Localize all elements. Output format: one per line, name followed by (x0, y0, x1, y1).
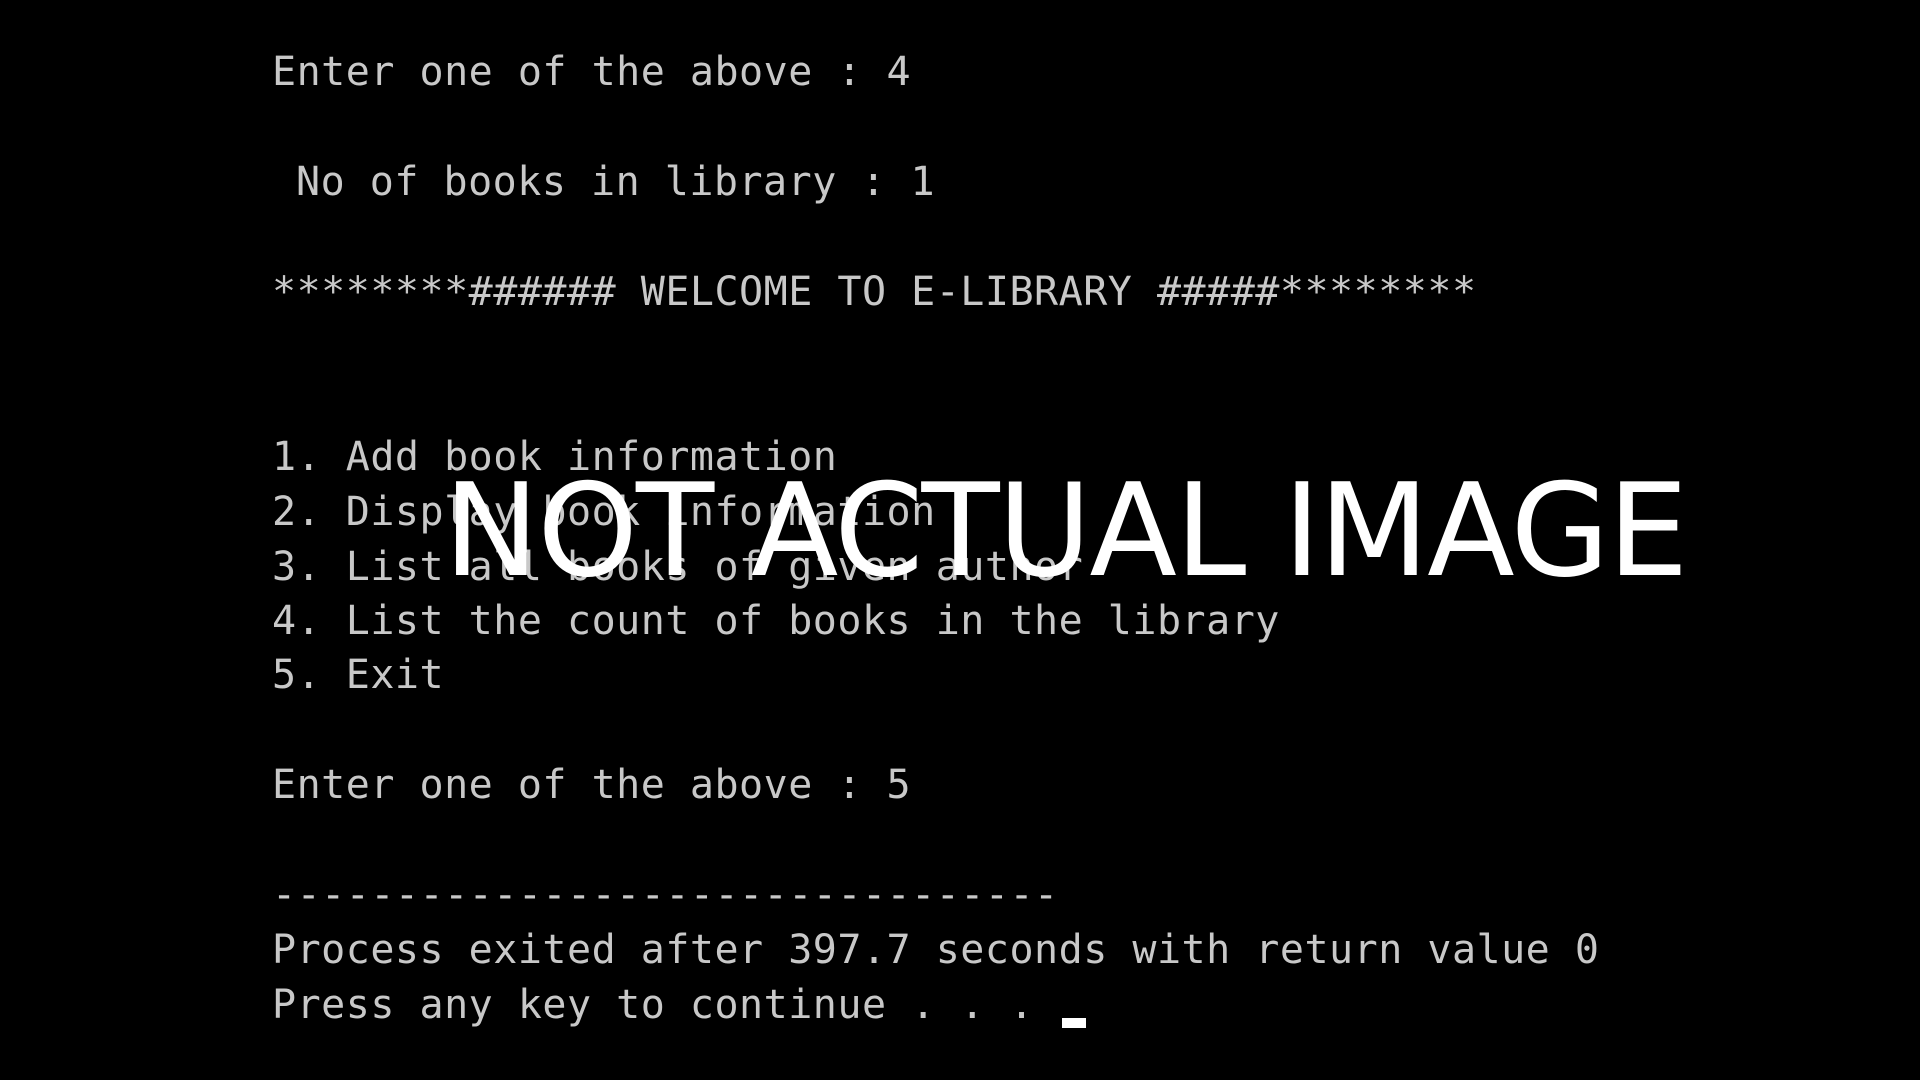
watermark-overlay: NOT ACTUAL IMAGE (443, 457, 1688, 606)
press-any-key-prompt: Press any key to continue . . . (272, 982, 1059, 1028)
welcome-banner: ********###### WELCOME TO E-LIBRARY ####… (272, 269, 1477, 315)
console-window[interactable]: Enter one of the above : 4 No of books i… (0, 0, 1920, 1080)
menu-item-count-books: 4. List the count of books in the librar… (272, 598, 1280, 644)
input-prompt-line: Enter one of the above : 4 (272, 49, 912, 95)
menu-item-exit: 5. Exit (272, 652, 445, 698)
text-cursor (1062, 1018, 1086, 1028)
process-exit-status: Process exited after 397.7 seconds with … (272, 927, 1600, 973)
separator-line: -------------------------------- (272, 872, 1059, 918)
input-prompt-line: Enter one of the above : 5 (272, 762, 912, 808)
book-count-line: No of books in library : 1 (296, 159, 936, 205)
